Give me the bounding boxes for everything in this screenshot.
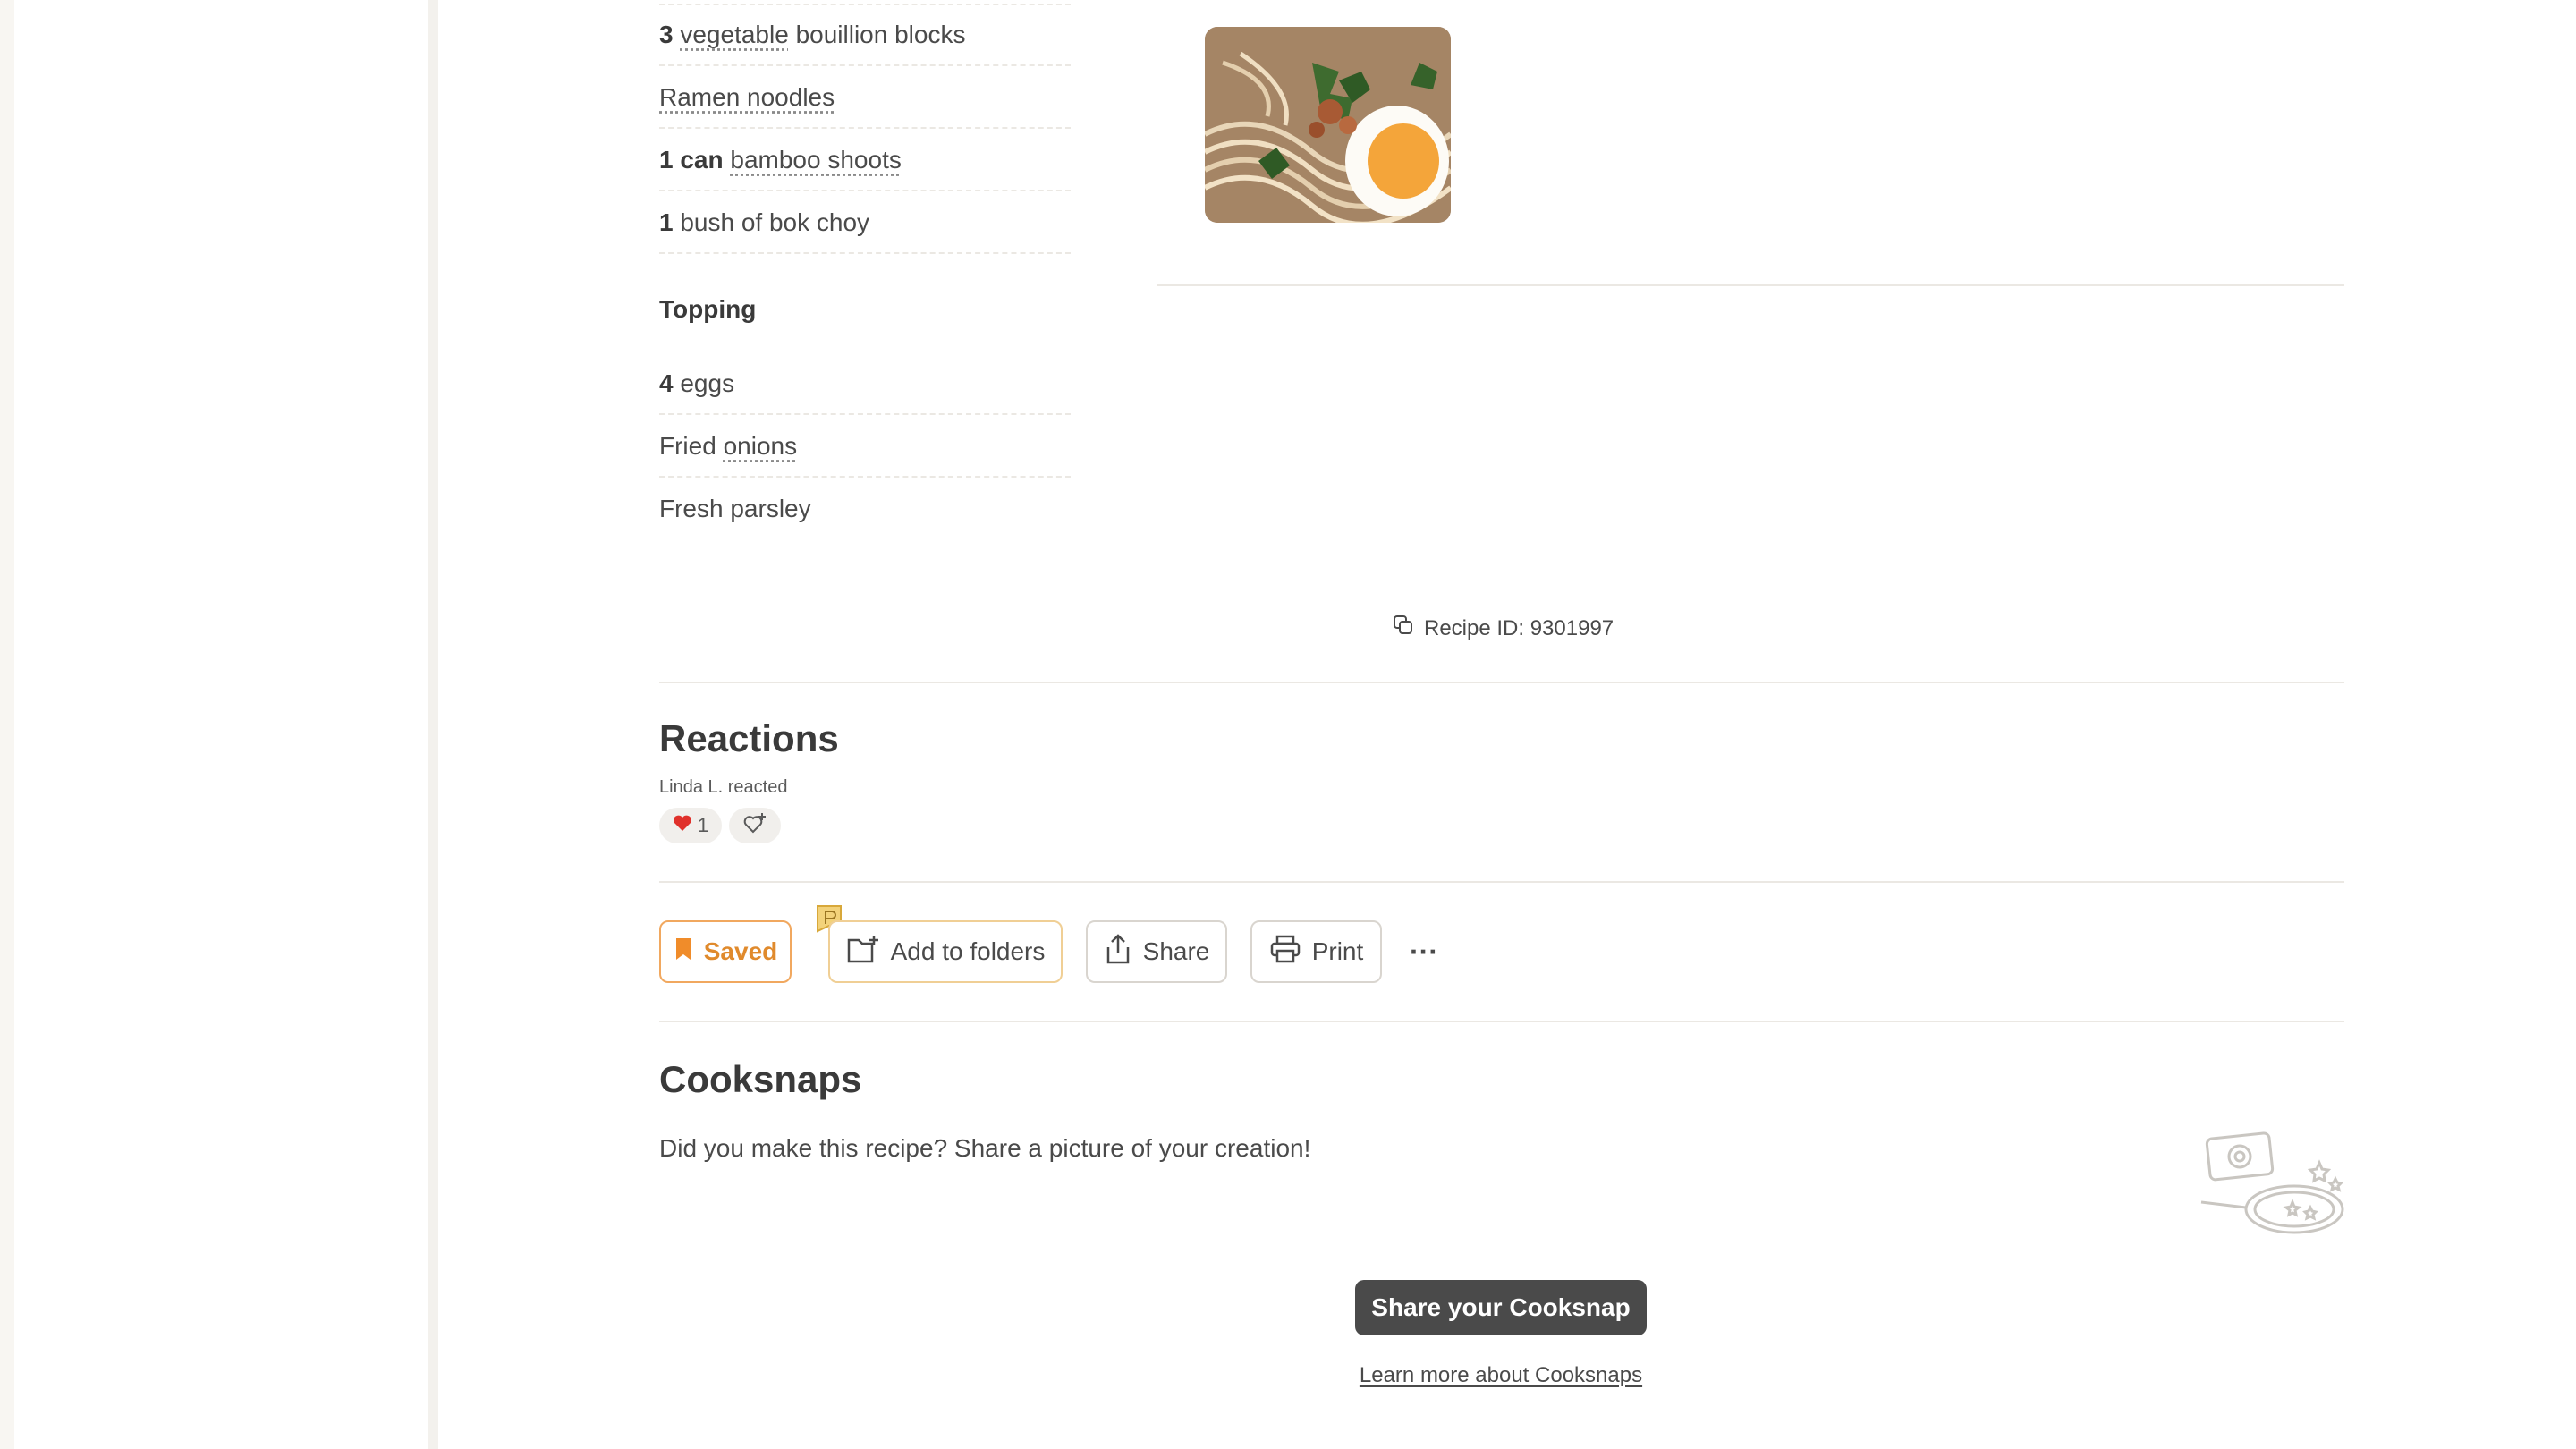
ingredient-row: Fried onions xyxy=(659,415,1071,478)
add-reaction-icon xyxy=(742,811,767,840)
section-divider xyxy=(659,1021,2344,1022)
ingredient-row: 3 vegetable bouillion blocks xyxy=(659,4,1071,66)
learn-more-link[interactable]: Learn more about Cooksnaps xyxy=(1357,1363,1645,1388)
recipe-id[interactable]: Recipe ID: 9301997 xyxy=(1392,614,1614,643)
step-photo[interactable] xyxy=(1205,27,1451,223)
reactions-title: Reactions xyxy=(659,717,839,759)
ingredient-row: 1 can bamboo shoots xyxy=(659,129,1071,191)
ingredient-qty: 4 xyxy=(659,369,681,397)
left-sidebar xyxy=(14,0,428,1449)
ingredient-row: 1 bush of bok choy xyxy=(659,191,1071,254)
ingredient-name: eggs xyxy=(680,369,735,397)
more-options-button[interactable]: ··· xyxy=(1404,934,1444,970)
section-divider xyxy=(659,682,2344,683)
ingredient-link[interactable]: bamboo shoots xyxy=(730,146,901,174)
cooksnaps-prompt: Did you make this recipe? Share a pictur… xyxy=(659,1134,1311,1162)
add-reaction-button[interactable] xyxy=(729,808,781,843)
ingredient-row: Ramen noodles xyxy=(659,66,1071,129)
ingredient-name: bouillion blocks xyxy=(788,21,966,48)
saved-label: Saved xyxy=(703,937,778,965)
ingredient-row: Fresh parsley xyxy=(659,478,1071,540)
ingredient-section-heading: Topping xyxy=(659,295,757,323)
ingredient-qty: 3 xyxy=(659,21,681,48)
printer-icon xyxy=(1269,934,1301,970)
ingredient-link[interactable]: vegetable xyxy=(680,21,788,48)
heart-count: 1 xyxy=(697,814,709,836)
camera-pan-illustration-icon xyxy=(2194,1127,2346,1248)
copy-icon xyxy=(1392,614,1415,643)
ingredient-link[interactable]: onions xyxy=(724,432,798,460)
page-edge xyxy=(0,0,14,1449)
ingredient-name: Fresh parsley xyxy=(659,495,811,522)
folder-add-icon xyxy=(846,934,880,970)
recipe-id-label: Recipe ID: 9301997 xyxy=(1424,615,1614,640)
ingredient-link[interactable]: Ramen noodles xyxy=(659,83,835,111)
saved-button[interactable]: Saved xyxy=(659,920,792,983)
ingredient-name: bush of bok choy xyxy=(680,208,870,236)
share-icon xyxy=(1104,933,1132,971)
reacted-by-text: Linda L. reacted xyxy=(659,777,788,797)
ingredient-name: Fried xyxy=(659,432,724,460)
print-button[interactable]: Print xyxy=(1250,920,1382,983)
add-to-folders-button[interactable]: Add to folders xyxy=(828,920,1063,983)
section-divider xyxy=(659,881,2344,883)
add-to-folders-label: Add to folders xyxy=(890,937,1046,965)
share-label: Share xyxy=(1142,937,1210,965)
ingredient-qty: 1 xyxy=(659,208,681,236)
ingredient-qty: 1 can xyxy=(659,146,731,174)
ingredient-row: 4 eggs xyxy=(659,352,1071,415)
cooksnaps-title: Cooksnaps xyxy=(659,1058,862,1100)
bookmark-icon xyxy=(674,936,693,968)
steps-divider xyxy=(1157,284,2344,286)
share-button[interactable]: Share xyxy=(1086,920,1227,983)
print-label: Print xyxy=(1311,937,1364,965)
heart-icon xyxy=(673,814,692,837)
share-cooksnap-button[interactable]: Share your Cooksnap xyxy=(1355,1280,1647,1335)
heart-reaction[interactable]: 1 xyxy=(659,808,722,843)
sidebar-gutter xyxy=(428,0,438,1449)
